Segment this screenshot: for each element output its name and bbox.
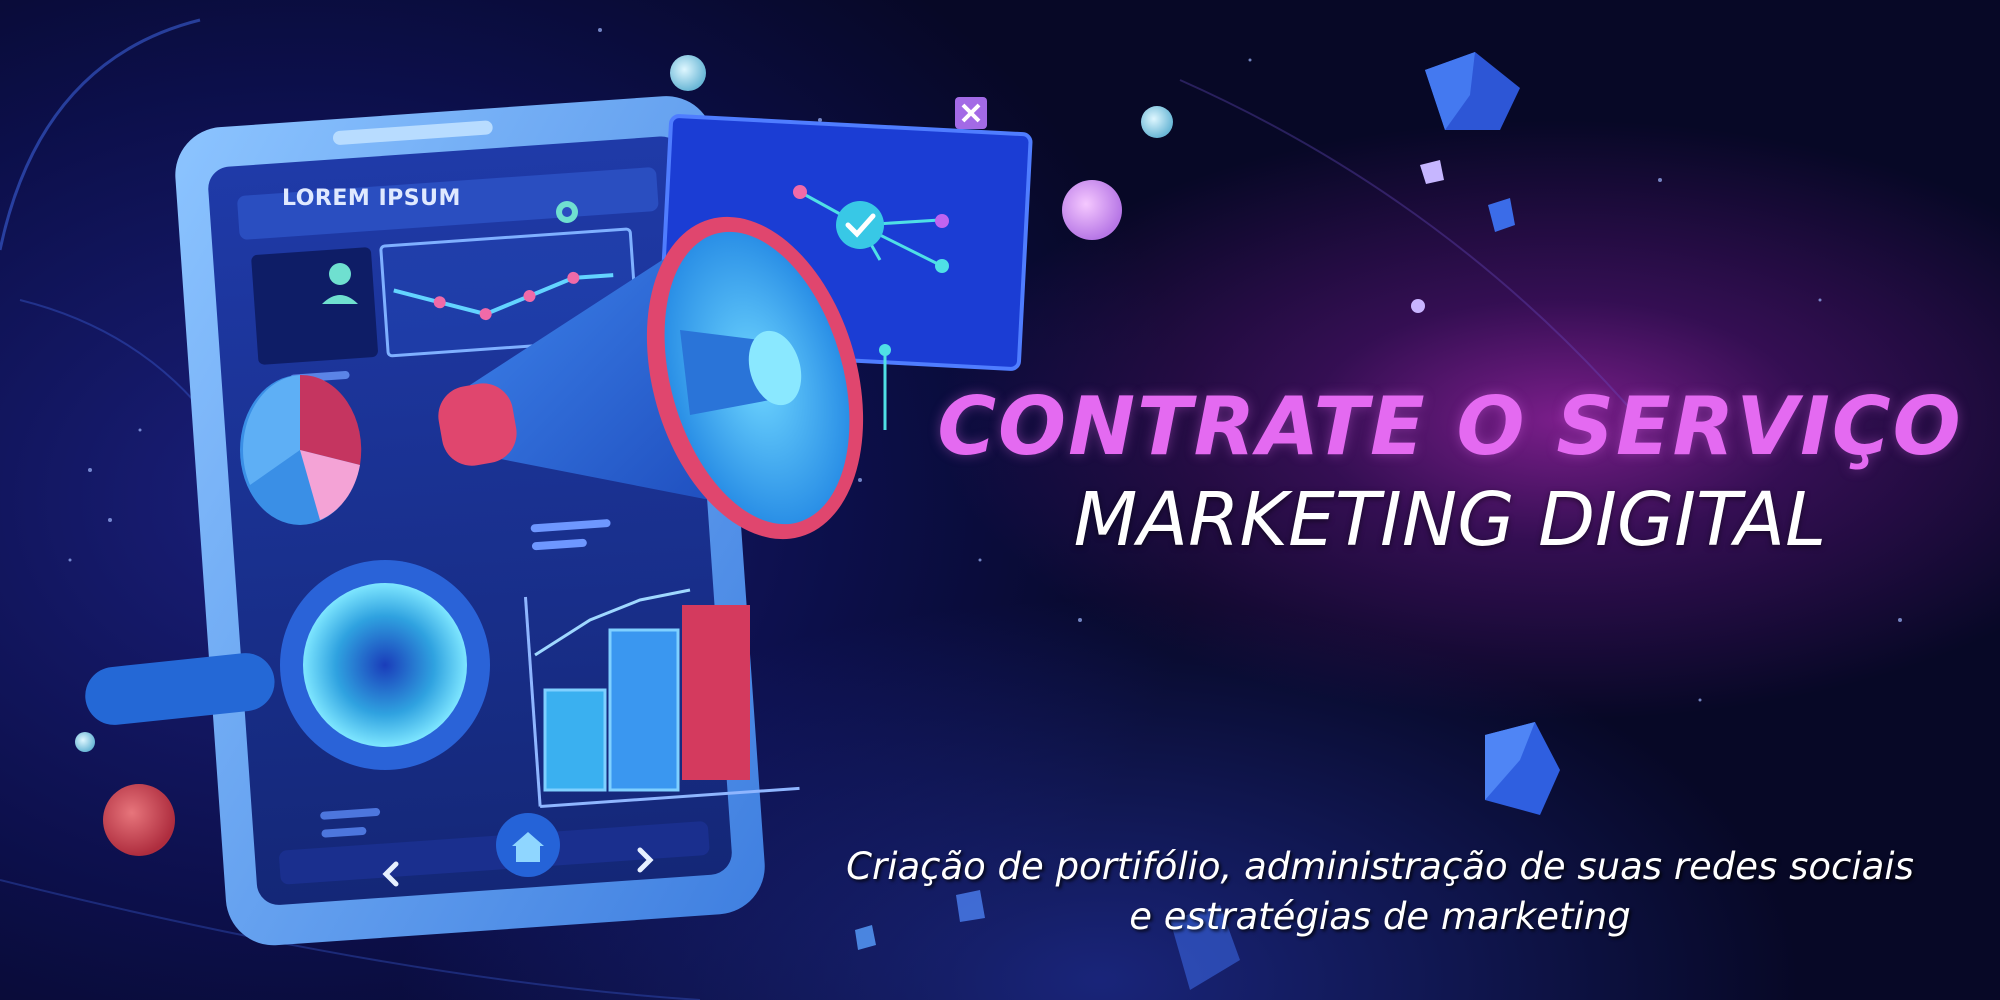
tagline-line-1: Criação de portifólio, administração de … <box>846 845 1914 888</box>
tagline: Criação de portifólio, administração de … <box>760 842 2000 942</box>
banner-background: LOREM IPSUM CONTRATE O SERVIÇO MARKETING… <box>0 0 2000 1000</box>
close-icon <box>955 97 987 129</box>
cube-top-right <box>1425 52 1520 130</box>
home-icon <box>496 813 560 877</box>
headline-line-2: MARKETING DIGITAL <box>1073 477 1827 563</box>
headline-line-1: CONTRATE O SERVIÇO <box>937 380 1963 473</box>
tagline-line-2: e estratégias de marketing <box>1129 895 1631 938</box>
gear-icon <box>556 201 578 223</box>
phone-screen-title: LOREM IPSUM <box>282 186 461 211</box>
cube-bottom-right <box>1485 722 1560 815</box>
checkmark-icon <box>836 201 884 249</box>
headline: CONTRATE O SERVIÇO MARKETING DIGITAL <box>900 380 2000 563</box>
pie-chart-icon <box>240 374 362 525</box>
